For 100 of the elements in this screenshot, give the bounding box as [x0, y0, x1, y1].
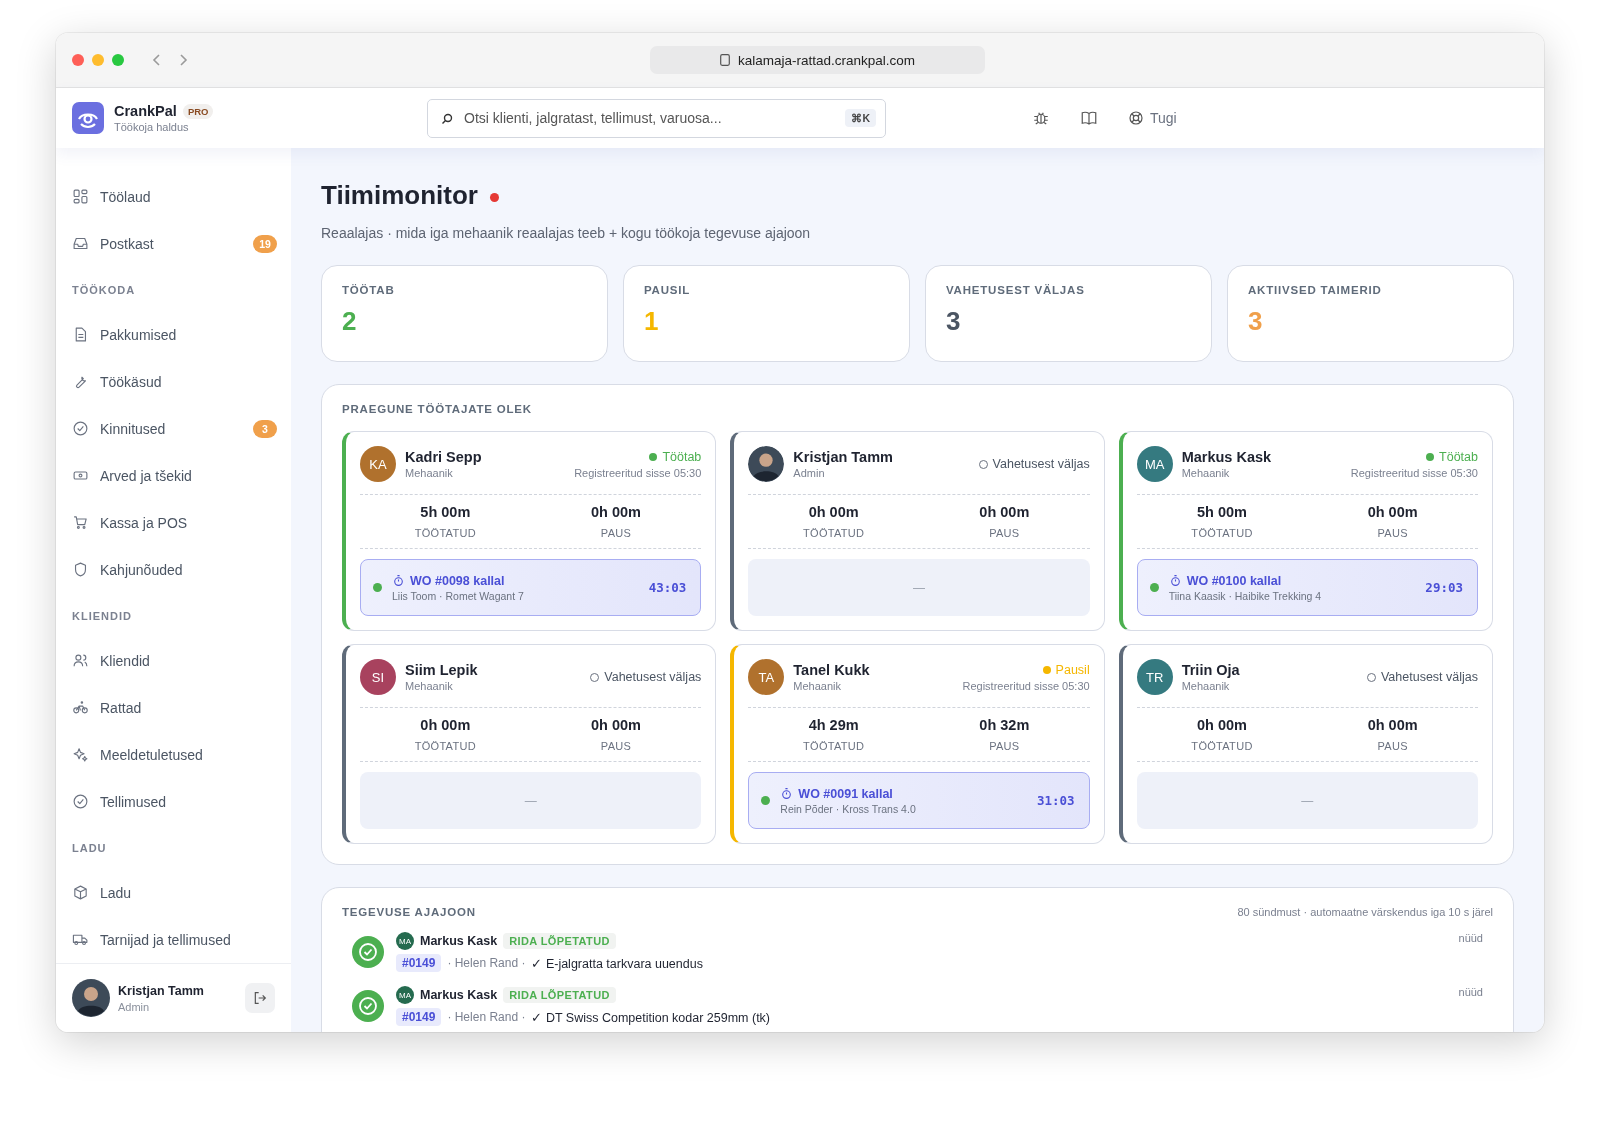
active-job[interactable]: WO #0091 kallal Rein Põder · Kross Trans 4.0 31:03 — [748, 772, 1090, 829]
minimize-window-button[interactable] — [92, 54, 104, 66]
back-icon[interactable] — [152, 53, 162, 67]
pause-time: 0h 00m — [591, 504, 641, 520]
avatar: TA — [748, 659, 785, 695]
sidebar-item[interactable]: Kinnitused 3 — [72, 405, 277, 452]
avatar: TR — [1136, 659, 1173, 695]
stopwatch-icon — [392, 574, 405, 587]
sidebar-item[interactable]: Kliendid — [72, 637, 277, 684]
stat-label: VAHETUSEST VÄLJAS — [946, 284, 1086, 296]
close-window-button[interactable] — [72, 54, 84, 66]
support-link[interactable]: Tugi — [1128, 110, 1177, 126]
sidebar-item[interactable]: Kassa ja POS — [72, 499, 277, 546]
worked-label: TÖÖTATUD — [414, 527, 476, 539]
sidebar-item[interactable]: Kahjunõuded — [72, 546, 277, 593]
stat-value: 2 — [342, 306, 358, 337]
actor-name: Markus Kask — [420, 988, 498, 1002]
plan-badge: PRO — [182, 103, 214, 119]
sidebar-item[interactable]: Tellimused — [72, 778, 277, 825]
sidebar-item[interactable]: Pakkumised — [72, 311, 277, 358]
worked-time: 0h 00m — [808, 504, 859, 520]
sidebar-item[interactable]: Töölaud — [72, 173, 277, 220]
sidebar-item[interactable]: Rattad — [72, 684, 277, 731]
forward-icon[interactable] — [178, 53, 188, 67]
order-link[interactable]: #0149 — [396, 1008, 442, 1026]
pause-label: PAUS — [600, 740, 632, 752]
worker-role: Admin — [793, 467, 826, 479]
avatar-icon — [72, 979, 110, 1017]
empty-job: — — [360, 772, 702, 829]
active-job[interactable]: WO #0098 kallal Liis Toom · Romet Wagant 7 43:03 — [360, 559, 702, 616]
box-icon — [72, 884, 89, 901]
worked-time: 4h 29m — [808, 717, 859, 733]
bicycle-icon — [72, 699, 89, 716]
sidebar-item[interactable]: Arved ja tšekid — [72, 452, 277, 499]
worker-role: Mehaanik — [793, 680, 843, 692]
stat-label: AKTIIVSED TAIMERID — [1248, 284, 1383, 296]
pause-time: 0h 00m — [979, 504, 1030, 520]
status-label: Töötab — [1439, 449, 1478, 464]
job-timer: 43:03 — [648, 580, 687, 595]
sparkle-icon — [72, 746, 89, 763]
running-dot — [1149, 583, 1159, 592]
empty-job: — — [1136, 772, 1478, 829]
pause-time: 0h 00m — [591, 717, 641, 733]
worker-name: Siim Lepik — [405, 662, 479, 678]
user-name: Kristjan Tamm — [118, 983, 205, 998]
count-badge: 19 — [253, 234, 277, 253]
section-heading: LADU — [72, 841, 108, 856]
job-timer: 31:03 — [1037, 793, 1075, 808]
check-in-time: Registreeritud sisse 05:30 — [962, 679, 1090, 692]
check-circle-icon — [352, 936, 384, 968]
stat-value: 3 — [946, 306, 962, 337]
job-title: WO #0098 kallal — [392, 573, 639, 588]
users-icon — [72, 652, 89, 669]
sidebar-item[interactable]: Postkast 19 — [72, 220, 277, 267]
job-title: WO #0100 kallal — [1168, 573, 1416, 588]
page-subtitle: Reaalajas · mida iga mehaanik reaalajas teeb + kogu töökoja tegevuse ajajoon — [321, 225, 812, 241]
logout-icon — [252, 990, 268, 1006]
active-job[interactable]: WO #0100 kallal Tiina Kaasik · Haibike Trekking 4 29:03 — [1136, 559, 1478, 616]
status-label: Vahetusest väljas — [992, 457, 1090, 471]
grid-icon — [72, 188, 89, 205]
sidebar-item[interactable]: Töökäsud — [72, 358, 277, 405]
avatar: SI — [360, 659, 396, 695]
worker-name: Tanel Kukk — [793, 662, 871, 678]
avatar: MA — [396, 932, 414, 950]
worked-time: 5h 00m — [420, 504, 471, 520]
user-role: Admin — [118, 1000, 151, 1013]
inbox-icon — [72, 235, 89, 252]
check-in-time: Registreeritud sisse 05:30 — [574, 466, 702, 479]
stopwatch-icon — [1168, 574, 1182, 587]
pause-time: 0h 00m — [1367, 717, 1418, 733]
page-icon — [719, 54, 730, 66]
event-time: nüüd — [1458, 986, 1483, 998]
worked-time: 5h 00m — [1197, 504, 1247, 520]
order-link[interactable]: #0149 — [396, 954, 442, 972]
maximize-window-button[interactable] — [112, 54, 124, 66]
sidebar-item[interactable]: Ladu — [72, 869, 277, 916]
job-timer: 29:03 — [1425, 580, 1463, 595]
worker-role: Mehaanik — [405, 680, 454, 692]
app-subtitle: Töökoja haldus — [114, 121, 190, 133]
worker-role: Mehaanik — [405, 467, 454, 479]
logout-button[interactable] — [245, 983, 275, 1013]
worked-label: TÖÖTATUD — [803, 527, 865, 539]
event-description: ✓ DT Swiss Competition kodar 259mm (tk) — [531, 1009, 771, 1025]
pause-time: 0h 32m — [979, 717, 1030, 733]
pause-label: PAUS — [1377, 527, 1408, 539]
avatar: MA — [396, 986, 414, 1004]
worked-label: TÖÖTATUD — [803, 740, 865, 752]
customer-name: · Helen Rand · — [447, 1010, 526, 1024]
book-icon[interactable] — [1080, 109, 1098, 127]
sidebar-item[interactable]: Meeldetuletused — [72, 731, 277, 778]
status-label: Töötab — [662, 449, 702, 464]
sidebar-item[interactable]: Tarnijad ja tellimused — [72, 916, 277, 963]
avatar: MA — [1136, 446, 1173, 482]
running-dot — [373, 583, 382, 592]
event-time: nüüd — [1458, 932, 1483, 944]
shield-icon — [72, 561, 89, 578]
panel-title: PRAEGUNE TÖÖTAJATE OLEK — [342, 403, 533, 415]
worker-name: Markus Kask — [1181, 449, 1273, 465]
avatar: KA — [360, 446, 396, 482]
address-bar[interactable]: kalamaja-rattad.crankpal.com — [650, 46, 985, 74]
